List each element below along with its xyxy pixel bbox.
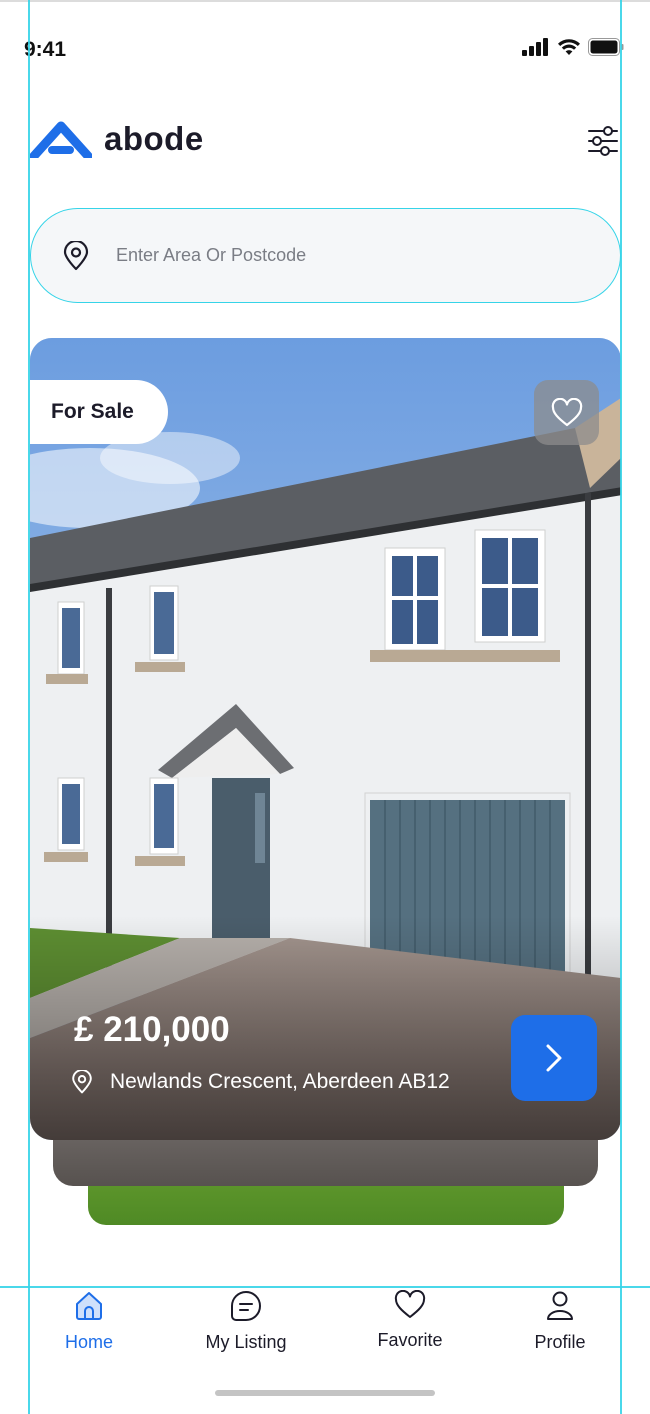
home-indicator xyxy=(215,1390,435,1396)
tab-favorite-label: Favorite xyxy=(377,1330,443,1350)
filter-button[interactable] xyxy=(586,124,620,158)
tab-my-listing-label: My Listing xyxy=(205,1332,287,1352)
filter-sliders-icon xyxy=(588,126,618,156)
listing-price: £ 210,000 xyxy=(74,1010,230,1049)
search-bar[interactable] xyxy=(30,208,621,303)
listing-status-tag: For Sale xyxy=(30,380,168,444)
app-header: abode xyxy=(30,120,620,170)
layout-guide-right xyxy=(620,0,622,1414)
tab-favorite[interactable]: Favorite xyxy=(340,1288,480,1351)
heart-icon xyxy=(394,1290,426,1318)
abode-logo[interactable]: abode xyxy=(30,120,204,158)
chevron-right-icon xyxy=(546,1044,562,1072)
layout-guide-bottom xyxy=(0,1286,650,1288)
tab-home-label: Home xyxy=(64,1332,113,1352)
tab-home[interactable]: Home xyxy=(19,1288,159,1353)
layout-guide-left xyxy=(28,0,30,1414)
profile-icon xyxy=(547,1291,573,1320)
signal-icon xyxy=(522,38,548,56)
status-time: 9:41 xyxy=(24,38,67,61)
listing-address: Newlands Crescent, Aberdeen AB12 xyxy=(70,1070,450,1094)
location-pin-icon xyxy=(63,240,89,270)
listing-address-text: Newlands Crescent, Aberdeen AB12 xyxy=(110,1070,450,1093)
search-input[interactable] xyxy=(116,245,556,266)
battery-icon xyxy=(588,38,624,56)
brand-name: abode xyxy=(104,120,204,157)
wifi-icon xyxy=(558,39,580,55)
favorite-button[interactable] xyxy=(534,380,599,445)
tab-profile-label: Profile xyxy=(534,1332,586,1352)
listing-icon xyxy=(231,1291,261,1321)
heart-icon xyxy=(551,397,582,426)
view-listing-button[interactable] xyxy=(511,1015,597,1101)
status-bar: 9:41 xyxy=(0,28,650,68)
abode-roof-logo-icon xyxy=(30,121,92,158)
status-icons xyxy=(522,38,624,56)
tab-profile[interactable]: Profile xyxy=(490,1288,630,1353)
home-icon xyxy=(76,1292,102,1320)
top-divider xyxy=(0,0,650,2)
tab-my-listing[interactable]: My Listing xyxy=(176,1288,316,1353)
location-pin-icon xyxy=(72,1070,92,1094)
listing-card[interactable]: For Sale £ 210,000 Newlands Crescent, Ab… xyxy=(30,338,621,1140)
